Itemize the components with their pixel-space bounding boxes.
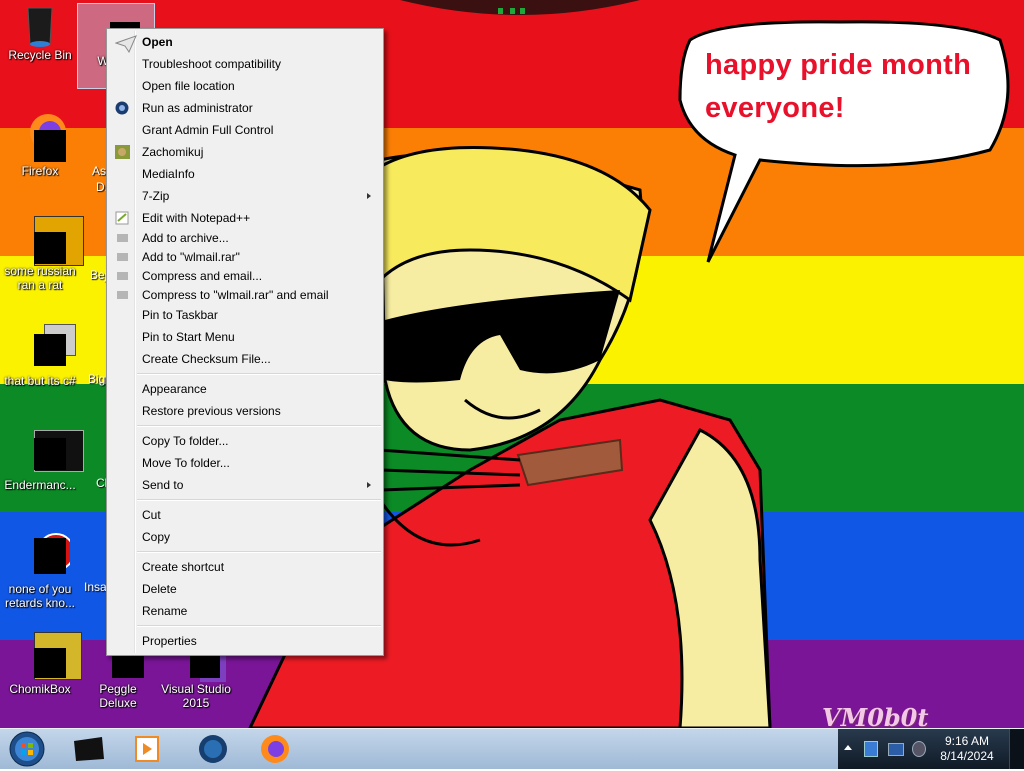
desktop-icon-some-russian[interactable]: some russian ran a rat <box>2 214 84 292</box>
system-tray: 9:16 AM 8/14/2024 <box>838 729 1024 769</box>
winrar-icon <box>115 250 130 264</box>
menu-item-compress-rar-email[interactable]: Compress to "wlmail.rar" and email <box>109 285 381 305</box>
menu-separator <box>137 551 381 553</box>
chomikbox-icon <box>20 632 82 680</box>
desktop-icon-chomikbox[interactable]: ChomikBox <box>2 632 82 696</box>
winrar-icon <box>115 231 130 245</box>
menu-item-grant-admin[interactable]: Grant Admin Full Control <box>109 120 381 140</box>
menu-item-7zip[interactable]: 7-Zip <box>109 186 381 206</box>
desktop-icon-label: Recycle Bin <box>8 48 72 62</box>
menu-item-appearance[interactable]: Appearance <box>109 379 381 399</box>
taskbar: 9:16 AM 8/14/2024 <box>0 728 1024 769</box>
menu-item-checksum[interactable]: Create Checksum File... <box>109 349 381 369</box>
menu-item-compress-email[interactable]: Compress and email... <box>109 266 381 286</box>
desktop-icon-endermanch[interactable]: Endermanc... <box>2 428 84 492</box>
firefox-icon <box>261 735 289 763</box>
media-player-icon <box>135 736 159 762</box>
speech-line-1: happy pride month <box>705 49 972 81</box>
menu-item-open-file-location[interactable]: Open file location <box>109 76 381 96</box>
winrar-icon <box>115 269 130 283</box>
shortcut-icon <box>20 322 76 366</box>
menu-item-properties[interactable]: Properties <box>109 631 381 651</box>
menu-item-mediainfo[interactable]: MediaInfo <box>109 164 381 184</box>
clock-time: 9:16 AM <box>944 734 990 748</box>
taskbar-media-player[interactable] <box>122 731 172 767</box>
desktop-icon-label: that but its c# <box>4 374 76 388</box>
menu-item-add-to-rar[interactable]: Add to "wlmail.rar" <box>109 247 381 267</box>
menu-item-pin-start[interactable]: Pin to Start Menu <box>109 327 381 347</box>
menu-item-run-as-admin[interactable]: Run as administrator <box>109 98 381 118</box>
chomik-icon <box>115 145 130 159</box>
taskbar-browser[interactable] <box>188 731 238 767</box>
network-icon[interactable] <box>888 743 904 756</box>
menu-item-add-to-archive[interactable]: Add to archive... <box>109 228 381 248</box>
menu-item-pin-taskbar[interactable]: Pin to Taskbar <box>109 305 381 325</box>
taskbar-media-center[interactable] <box>64 731 114 767</box>
clock[interactable]: 9:16 AM 8/14/2024 <box>932 734 1002 764</box>
menu-separator <box>137 625 381 627</box>
clock-date: 8/14/2024 <box>940 749 994 763</box>
desktop-icon-label: Visual Studio 2015 <box>161 682 231 710</box>
show-hidden-icons-arrow[interactable] <box>844 745 852 750</box>
menu-separator <box>137 373 381 375</box>
notepadpp-icon <box>115 211 130 225</box>
context-menu: Open Troubleshoot compatibility Open fil… <box>106 28 384 656</box>
menu-separator <box>137 425 381 427</box>
menu-item-open[interactable]: Open <box>109 32 381 54</box>
menu-item-rename[interactable]: Rename <box>109 601 381 621</box>
desktop-icon-that-but-its-c[interactable]: that but its c# <box>2 322 78 388</box>
menu-item-send-to[interactable]: Send to <box>109 475 381 495</box>
menu-item-delete[interactable]: Delete <box>109 579 381 599</box>
start-button[interactable] <box>2 731 52 767</box>
volume-icon[interactable] <box>912 741 926 757</box>
firefox-icon <box>20 110 66 162</box>
winrar-icon <box>115 288 130 302</box>
start-orb-icon <box>9 731 45 767</box>
desktop-icon-label: ChomikBox <box>9 682 71 696</box>
executable-icon <box>20 214 84 266</box>
speech-bubble-text: happy pride month everyone! <box>705 44 995 130</box>
menu-item-zachomikuj[interactable]: Zachomikuj <box>109 142 381 162</box>
desktop-icon-label: Endermanc... <box>4 478 76 492</box>
desktop-icon-firefox[interactable]: Firefox <box>2 110 78 178</box>
desktop-icon-label: some russian ran a rat <box>4 264 76 292</box>
globe-icon <box>199 735 227 763</box>
terminal-icon <box>20 428 84 472</box>
menu-item-move-to-folder[interactable]: Move To folder... <box>109 453 381 473</box>
submenu-arrow-icon <box>367 482 371 488</box>
media-center-icon <box>74 737 104 761</box>
recycle-bin-icon <box>20 4 60 47</box>
desktop-icon-label: Peggle Deluxe <box>99 682 137 710</box>
menu-item-edit-notepadpp[interactable]: Edit with Notepad++ <box>109 208 381 228</box>
paper-plane-icon <box>114 35 137 54</box>
uac-shield-icon <box>115 101 130 115</box>
menu-item-copy-to-folder[interactable]: Copy To folder... <box>109 431 381 451</box>
submenu-arrow-icon <box>367 193 371 199</box>
menu-item-troubleshoot[interactable]: Troubleshoot compatibility <box>109 54 381 74</box>
menu-item-cut[interactable]: Cut <box>109 505 381 525</box>
speech-line-2: everyone! <box>705 92 845 124</box>
menu-item-copy[interactable]: Copy <box>109 527 381 547</box>
desktop-icon-label: Firefox <box>21 164 59 178</box>
desktop-icon-label: none of you retards kno... <box>4 582 76 610</box>
menu-separator <box>137 499 381 501</box>
desktop-icon-recycle-bin[interactable]: Recycle Bin <box>2 4 78 62</box>
tray-app-icon[interactable] <box>864 741 878 757</box>
menu-item-restore-versions[interactable]: Restore previous versions <box>109 401 381 421</box>
show-desktop-button[interactable] <box>1009 729 1024 769</box>
program-icon <box>20 528 75 574</box>
desktop-icon-none-of-you[interactable]: none of you retards kno... <box>2 528 78 610</box>
taskbar-firefox[interactable] <box>250 731 300 767</box>
menu-item-create-shortcut[interactable]: Create shortcut <box>109 557 381 577</box>
